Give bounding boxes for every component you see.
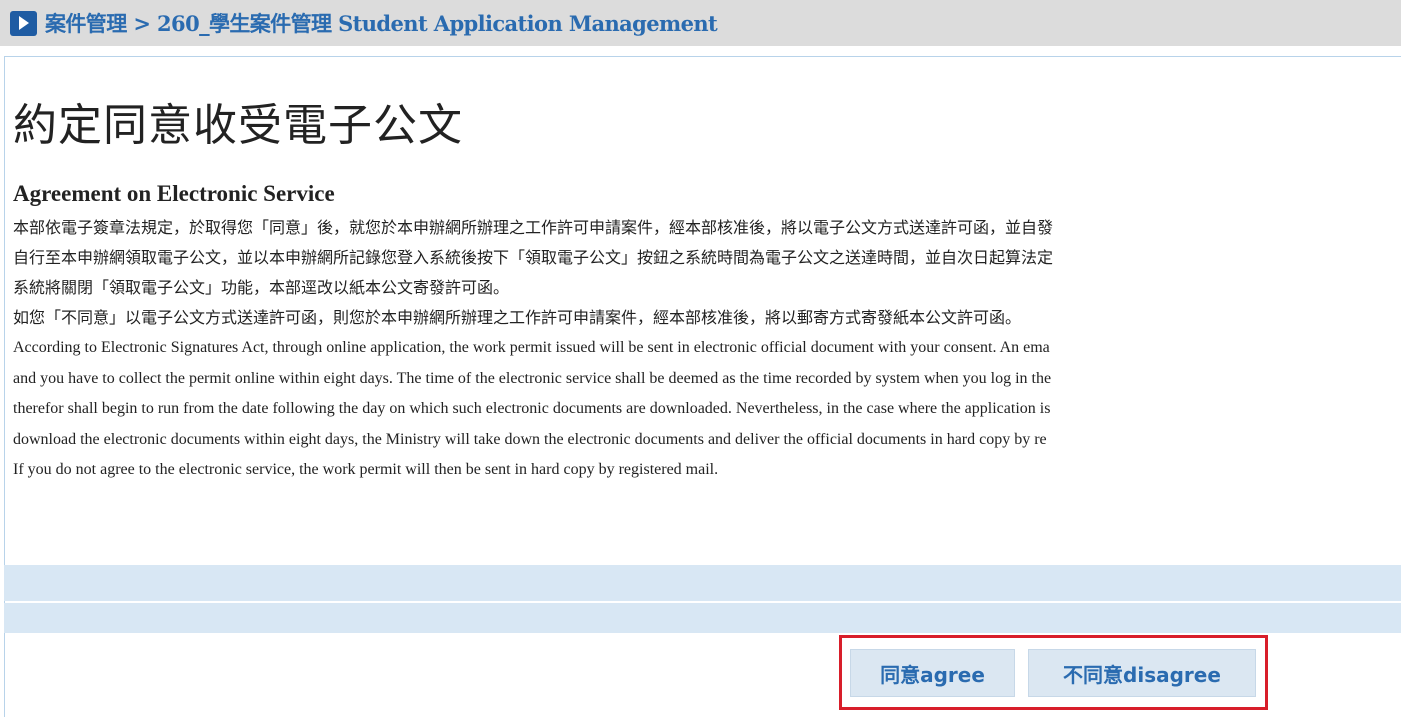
agree-button[interactable]: 同意agree [850,649,1015,697]
agreement-en-line: download the electronic documents within… [13,430,1047,448]
agreement-en-line: therefor shall begin to run from the dat… [13,400,1051,417]
agreement-text: 本部依電子簽章法規定，於取得您「同意」後，就您於本申辦網所辦理之工作許可申請案件… [13,213,1401,486]
agreement-en-line: According to Electronic Signatures Act, … [13,339,1050,356]
agreement-zh-line: 本部依電子簽章法規定，於取得您「同意」後，就您於本申辦網所辦理之工作許可申請案件… [13,218,1054,237]
chevron-right-glyph [18,16,29,30]
agreement-zh-line: 自行至本申辦網領取電子公文，並以本申辦網所記錄您登入系統後按下「領取電子公文」按… [13,248,1054,267]
agreement-en-line: If you do not agree to the electronic se… [13,461,719,478]
chevron-right-icon [10,10,37,36]
breadcrumb-current-page: 260_學生案件管理 Student Application Managemen… [157,11,718,36]
breadcrumb-bar: 案件管理 > 260_學生案件管理 Student Application Ma… [0,0,1401,46]
disagree-button[interactable]: 不同意disagree [1028,649,1256,697]
breadcrumb-section[interactable]: 案件管理 [45,11,127,36]
agreement-zh-line: 如您「不同意」以電子公文方式送達許可函，則您於本申辦網所辦理之工作許可申請案件，… [13,308,1022,327]
agreement-zh-line: 系統將關閉「領取電子公文」功能，本部逕改以紙本公文寄發許可函。 [13,278,510,297]
agreement-subtitle: Agreement on Electronic Service [13,181,335,206]
breadcrumb-separator: > [133,11,151,36]
breadcrumb: 案件管理 > 260_學生案件管理 Student Application Ma… [45,8,718,38]
page-title: 約定同意收受電子公文 [13,100,463,151]
agreement-en-line: and you have to collect the permit onlin… [13,369,1052,387]
divider-band [4,565,1401,601]
divider-band [4,603,1401,633]
